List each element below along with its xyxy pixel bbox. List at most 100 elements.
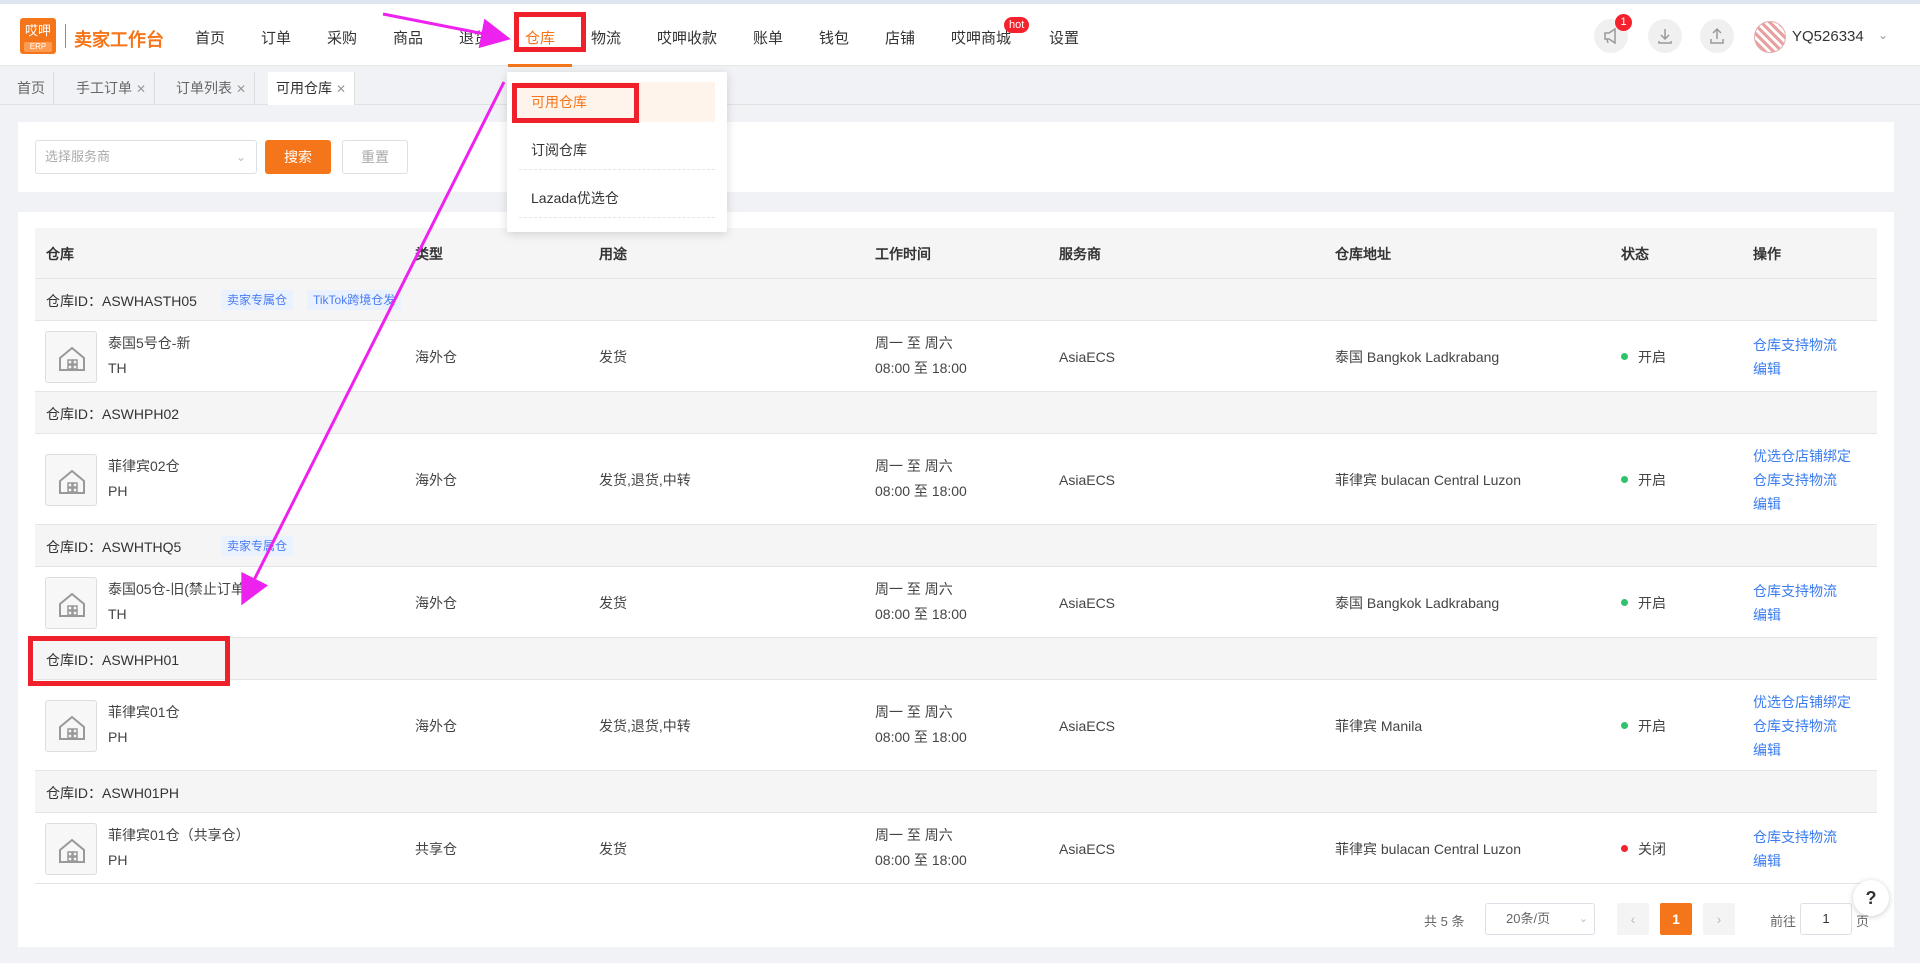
provider-placeholder: 选择服务商 bbox=[45, 149, 111, 164]
username[interactable]: YQ526334 bbox=[1792, 28, 1864, 45]
chevron-left-icon: ‹ bbox=[1630, 911, 1636, 927]
work-days: 周一 至 周六 bbox=[875, 334, 953, 351]
action-link[interactable]: 仓库支持物流 bbox=[1753, 714, 1837, 738]
warehouse-usage: 发货,退货,中转 bbox=[599, 717, 691, 734]
provider-select[interactable]: 选择服务商 ⌄ bbox=[35, 140, 257, 174]
table-row: 菲律宾01仓（共享仓） PH 共享仓 发货 周一 至 周六 08:00 至 18:00 As… bbox=[35, 813, 1877, 884]
logo-sub: ERP bbox=[24, 42, 52, 52]
warehouse-country: PH bbox=[108, 482, 128, 499]
nav-item-bills[interactable]: 账单 bbox=[753, 27, 783, 48]
warehouse-type: 海外仓 bbox=[415, 471, 457, 488]
status-text: 开启 bbox=[1638, 717, 1666, 734]
filter-panel: 选择服务商 ⌄ 搜索 重置 bbox=[18, 122, 1894, 192]
status-text: 开启 bbox=[1638, 594, 1666, 611]
warehouse-country: PH bbox=[108, 851, 128, 868]
warehouse-group-header: 仓库ID：ASWH01PH bbox=[35, 771, 1877, 813]
close-icon[interactable]: ✕ bbox=[236, 82, 246, 96]
next-page-button[interactable]: › bbox=[1703, 903, 1735, 935]
warehouse-type: 海外仓 bbox=[415, 594, 457, 611]
page-size-value: 20条/页 bbox=[1506, 911, 1551, 926]
search-button[interactable]: 搜索 bbox=[265, 140, 331, 174]
logo-divider bbox=[65, 24, 66, 48]
warehouse-icon bbox=[45, 576, 97, 629]
download-icon bbox=[1658, 29, 1672, 44]
warehouse-address: 泰国 Bangkok Ladkrabang bbox=[1335, 348, 1500, 365]
status-badge: 开启 bbox=[1621, 714, 1666, 738]
menu-item-subscribed-warehouse[interactable]: 订阅仓库 bbox=[519, 130, 715, 170]
nav-item-payments[interactable]: 哎呷收款 bbox=[657, 27, 717, 48]
work-days: 周一 至 周六 bbox=[875, 457, 953, 474]
nav-item-products[interactable]: 商品 bbox=[393, 27, 423, 48]
tab-label: 订单列表 bbox=[176, 80, 232, 96]
action-link[interactable]: 编辑 bbox=[1753, 849, 1781, 873]
nav-item-settings[interactable]: 设置 bbox=[1049, 27, 1079, 48]
tab-home[interactable]: 首页 bbox=[9, 72, 54, 105]
action-link[interactable]: 优选仓店铺绑定 bbox=[1753, 690, 1851, 714]
action-link[interactable]: 优选仓店铺绑定 bbox=[1753, 444, 1851, 468]
close-icon[interactable]: ✕ bbox=[136, 82, 146, 96]
nav-item-returns[interactable]: 退货 bbox=[459, 27, 489, 48]
download-button[interactable] bbox=[1648, 19, 1682, 53]
nav-item-home[interactable]: 首页 bbox=[195, 27, 225, 48]
action-link[interactable]: 编辑 bbox=[1753, 492, 1781, 516]
warehouse-usage: 发货 bbox=[599, 594, 627, 611]
page-size-select[interactable]: 20条/页 ⌄ bbox=[1485, 903, 1595, 935]
nav-item-orders[interactable]: 订单 bbox=[261, 27, 291, 48]
action-link[interactable]: 仓库支持物流 bbox=[1753, 825, 1837, 849]
warehouse-country: TH bbox=[108, 359, 127, 376]
tab-manual-orders[interactable]: 手工订单 ✕ bbox=[68, 72, 156, 105]
col-address: 仓库地址 bbox=[1335, 246, 1391, 262]
warehouse-name: 泰国05仓-旧(禁止订单) bbox=[108, 580, 250, 597]
provider-name: AsiaECS bbox=[1059, 840, 1116, 857]
col-type: 类型 bbox=[415, 246, 443, 262]
help-button[interactable]: ? bbox=[1853, 880, 1889, 916]
logo-text: 哎呷 bbox=[24, 23, 51, 38]
upload-button[interactable] bbox=[1700, 19, 1734, 53]
status-dot-icon bbox=[1621, 722, 1628, 730]
nav-item-logistics[interactable]: 物流 bbox=[591, 27, 621, 48]
annotation-box-warehouse-nav bbox=[514, 12, 586, 52]
tab-order-list[interactable]: 订单列表 ✕ bbox=[168, 72, 256, 105]
work-days: 周一 至 周六 bbox=[875, 826, 953, 843]
close-icon[interactable]: ✕ bbox=[336, 82, 346, 96]
warehouse-name: 菲律宾01仓（共享仓） bbox=[108, 826, 250, 843]
annotation-box-available-warehouse bbox=[512, 83, 639, 123]
work-days: 周一 至 周六 bbox=[875, 703, 953, 720]
tab-bar: 首页 手工订单 ✕ 订单列表 ✕ 可用仓库 ✕ bbox=[0, 67, 1920, 105]
menu-item-lazada-warehouse[interactable]: Lazada优选仓 bbox=[519, 178, 715, 218]
col-warehouse: 仓库 bbox=[46, 246, 74, 262]
warehouse-type: 共享仓 bbox=[415, 840, 457, 857]
warehouse-tag: TikTok跨境仓发 bbox=[307, 290, 402, 310]
nav-item-stores[interactable]: 店铺 bbox=[885, 27, 915, 48]
work-hours: 08:00 至 18:00 bbox=[875, 605, 967, 622]
warehouse-type: 海外仓 bbox=[415, 348, 457, 365]
warehouse-group-header: 仓库ID：ASWHPH02 bbox=[35, 392, 1877, 434]
action-link[interactable]: 仓库支持物流 bbox=[1753, 579, 1837, 603]
page-number-button[interactable]: 1 bbox=[1660, 903, 1692, 935]
action-link[interactable]: 仓库支持物流 bbox=[1753, 333, 1837, 357]
status-text: 开启 bbox=[1638, 348, 1666, 365]
status-dot-icon bbox=[1621, 476, 1628, 484]
chevron-down-icon[interactable]: ⌄ bbox=[1878, 28, 1888, 42]
warehouse-address: 菲律宾 Manila bbox=[1335, 717, 1423, 734]
app-title: 卖家工作台 bbox=[74, 30, 164, 50]
status-badge: 开启 bbox=[1621, 345, 1666, 369]
reset-button[interactable]: 重置 bbox=[342, 140, 408, 174]
nav-item-mall[interactable]: 哎呷商城 bbox=[951, 27, 1011, 48]
nav-item-wallet[interactable]: 钱包 bbox=[819, 27, 849, 48]
warehouse-id: 仓库ID：ASWHPH02 bbox=[46, 406, 180, 422]
notification-badge: 1 bbox=[1615, 14, 1632, 31]
action-link[interactable]: 仓库支持物流 bbox=[1753, 468, 1837, 492]
app-logo[interactable]: 哎呷 ERP bbox=[20, 18, 56, 54]
nav-item-purchase[interactable]: 采购 bbox=[327, 27, 357, 48]
action-link[interactable]: 编辑 bbox=[1753, 603, 1781, 627]
action-link[interactable]: 编辑 bbox=[1753, 738, 1781, 762]
avatar[interactable] bbox=[1754, 21, 1786, 53]
tab-available-warehouses[interactable]: 可用仓库 ✕ bbox=[268, 72, 356, 105]
warehouse-table-panel: 仓库 类型 用途 工作时间 服务商 仓库地址 状态 操作 仓库ID：ASWHAS… bbox=[18, 212, 1894, 947]
action-link[interactable]: 编辑 bbox=[1753, 357, 1781, 381]
prev-page-button[interactable]: ‹ bbox=[1617, 903, 1649, 935]
goto-page-input[interactable]: 1 bbox=[1800, 903, 1852, 935]
warehouse-tag: 卖家专属仓 bbox=[221, 290, 294, 310]
provider-name: AsiaECS bbox=[1059, 348, 1116, 365]
